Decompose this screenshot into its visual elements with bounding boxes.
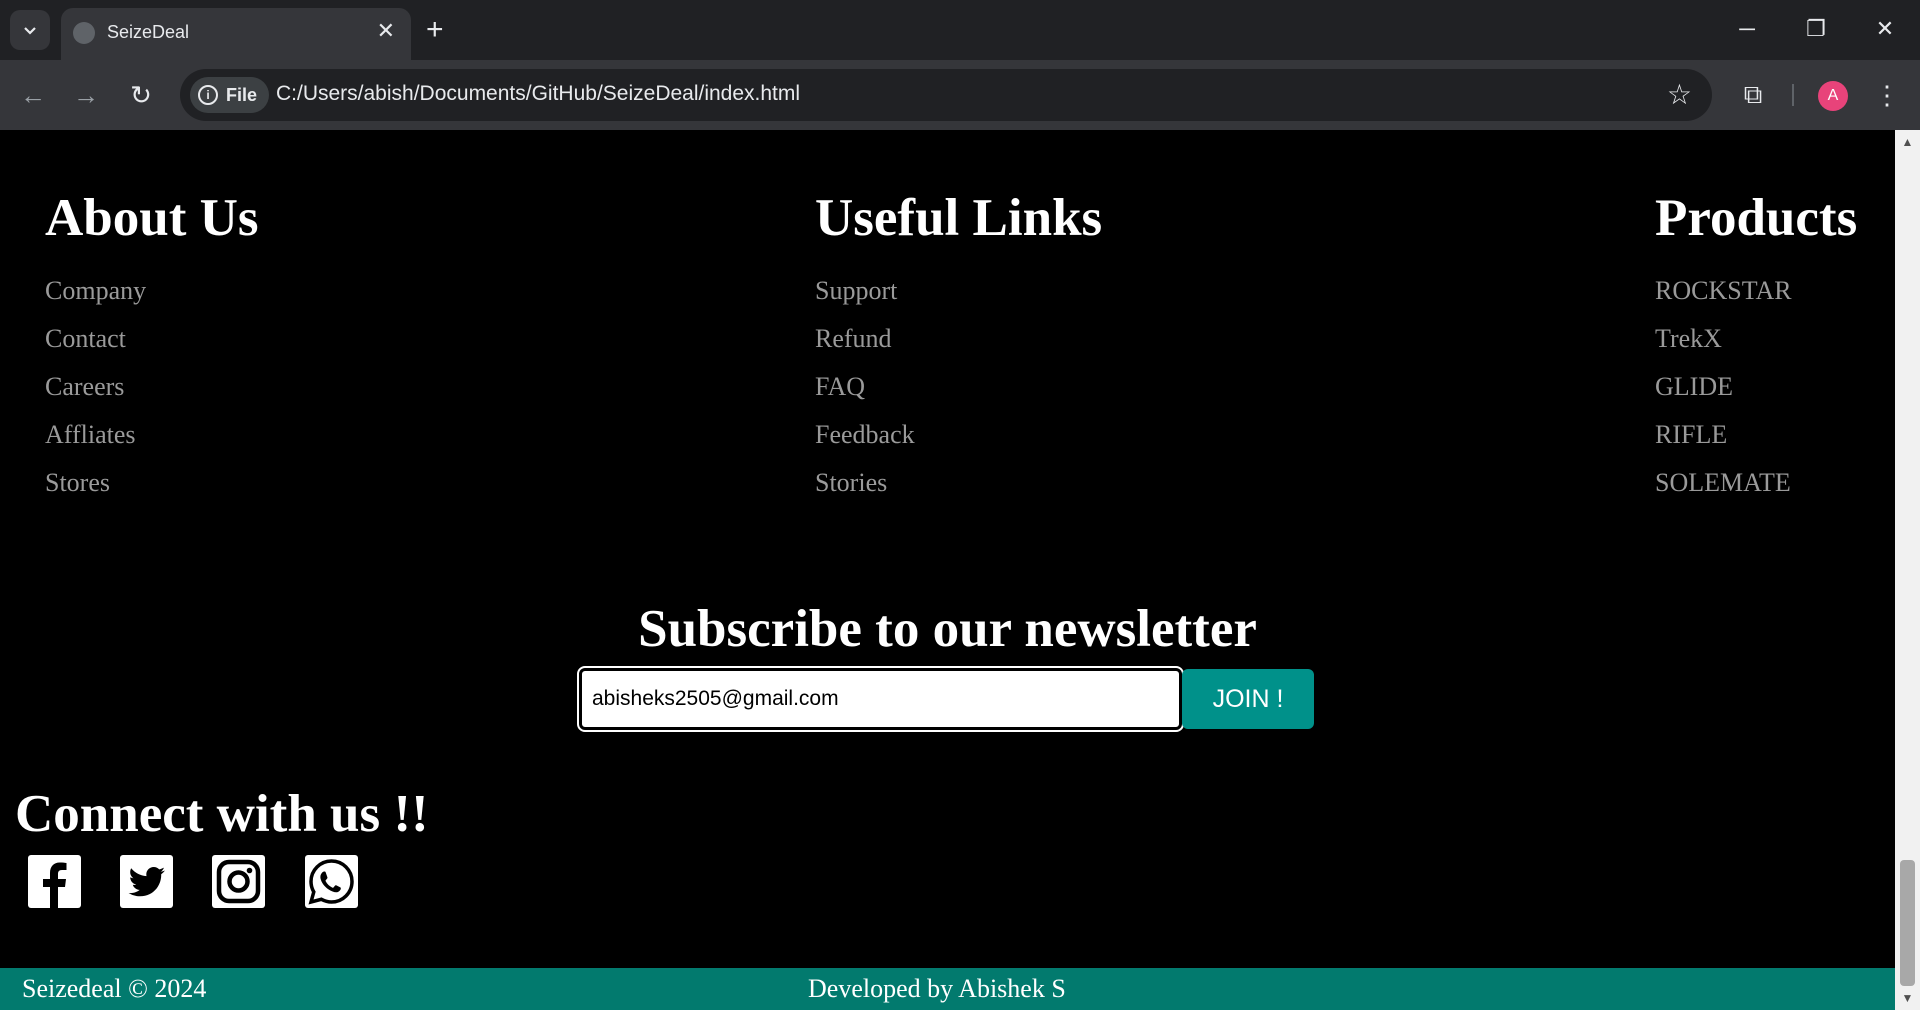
browser-tab[interactable]: SeizeDeal ✕ xyxy=(61,8,411,60)
copyright-text: Seizedeal © 2024 xyxy=(22,974,207,1003)
close-tab-icon[interactable]: ✕ xyxy=(377,20,395,42)
tab-search-button[interactable] xyxy=(10,10,50,50)
page-footer-section: About Us Company Contact Careers Affliat… xyxy=(0,130,1895,1010)
useful-link-feedback[interactable]: Feedback xyxy=(815,418,1102,466)
connect-title: Connect with us !! xyxy=(15,785,429,843)
products-heading: Products xyxy=(1655,189,1858,247)
info-icon: i xyxy=(198,85,218,105)
vertical-scrollbar[interactable]: ▲ ▼ xyxy=(1895,130,1920,1010)
scroll-down-arrow-icon[interactable]: ▼ xyxy=(1895,988,1920,1008)
facebook-icon[interactable] xyxy=(28,855,81,908)
browser-menu-icon[interactable]: ⋮ xyxy=(1874,78,1900,112)
about-link-contact[interactable]: Contact xyxy=(45,322,259,370)
useful-links-column: Useful Links Support Refund FAQ Feedback… xyxy=(815,188,1102,514)
window-close-icon[interactable]: ✕ xyxy=(1870,14,1900,44)
product-links: ROCKSTAR TrekX GLIDE RIFLE SOLEMATE xyxy=(1655,274,1857,514)
globe-icon xyxy=(73,22,95,44)
minimize-icon[interactable]: ─ xyxy=(1732,14,1762,44)
join-button[interactable]: JOIN ! xyxy=(1182,669,1314,729)
newsletter-title: Subscribe to our newsletter xyxy=(638,600,1257,658)
useful-links-heading: Useful Links xyxy=(815,189,1103,247)
newsletter-email-input[interactable] xyxy=(577,666,1184,732)
about-links: Company Contact Careers Affliates Stores xyxy=(45,274,259,514)
profile-avatar[interactable]: A xyxy=(1818,81,1848,111)
product-link-trekx[interactable]: TrekX xyxy=(1655,322,1857,370)
chevron-down-icon xyxy=(24,27,36,35)
about-heading: About Us xyxy=(45,189,259,247)
toolbar-divider xyxy=(1792,84,1794,106)
new-tab-button[interactable]: + xyxy=(426,12,444,48)
about-link-company[interactable]: Company xyxy=(45,274,259,322)
useful-link-refund[interactable]: Refund xyxy=(815,322,1102,370)
useful-link-stories[interactable]: Stories xyxy=(815,466,1102,514)
useful-links: Support Refund FAQ Feedback Stories xyxy=(815,274,1102,514)
product-link-solemate[interactable]: SOLEMATE xyxy=(1655,466,1857,514)
restore-icon[interactable]: ❐ xyxy=(1801,14,1831,44)
url-scheme-label: File xyxy=(226,84,258,105)
bookmark-star-icon[interactable]: ☆ xyxy=(1667,79,1692,111)
scrollbar-thumb[interactable] xyxy=(1900,860,1915,986)
developer-credit: Developed by Abishek S xyxy=(808,974,1066,1003)
product-link-rifle[interactable]: RIFLE xyxy=(1655,418,1857,466)
useful-link-faq[interactable]: FAQ xyxy=(815,370,1102,418)
site-info-chip[interactable]: i File xyxy=(190,77,270,113)
about-link-careers[interactable]: Careers xyxy=(45,370,259,418)
browser-tabstrip: SeizeDeal ✕ + ─ ❐ ✕ xyxy=(0,0,1920,60)
address-bar[interactable]: i File C:/Users/abish/Documents/GitHub/S… xyxy=(180,69,1712,121)
reload-icon[interactable]: ↻ xyxy=(124,78,158,112)
url-text[interactable]: C:/Users/abish/Documents/GitHub/SeizeDea… xyxy=(276,82,800,106)
back-arrow-icon[interactable]: ← xyxy=(16,78,50,112)
instagram-icon[interactable] xyxy=(212,855,265,908)
forward-arrow-icon[interactable]: → xyxy=(69,78,103,112)
bottom-bar: Seizedeal © 2024 Developed by Abishek S xyxy=(0,968,1895,1010)
about-link-stores[interactable]: Stores xyxy=(45,466,259,514)
whatsapp-icon[interactable] xyxy=(305,855,358,908)
useful-link-support[interactable]: Support xyxy=(815,274,1102,322)
extensions-icon[interactable]: ⧉ xyxy=(1738,78,1768,110)
about-column: About Us Company Contact Careers Affliat… xyxy=(45,188,259,514)
browser-toolbar: ← → ↻ i File C:/Users/abish/Documents/Gi… xyxy=(0,60,1920,130)
about-link-affiliates[interactable]: Affliates xyxy=(45,418,259,466)
twitter-icon[interactable] xyxy=(120,855,173,908)
tab-title: SeizeDeal xyxy=(107,22,190,42)
product-link-rockstar[interactable]: ROCKSTAR xyxy=(1655,274,1857,322)
product-link-glide[interactable]: GLIDE xyxy=(1655,370,1857,418)
products-column: Products ROCKSTAR TrekX GLIDE RIFLE SOLE… xyxy=(1655,188,1857,514)
scroll-up-arrow-icon[interactable]: ▲ xyxy=(1895,132,1920,152)
